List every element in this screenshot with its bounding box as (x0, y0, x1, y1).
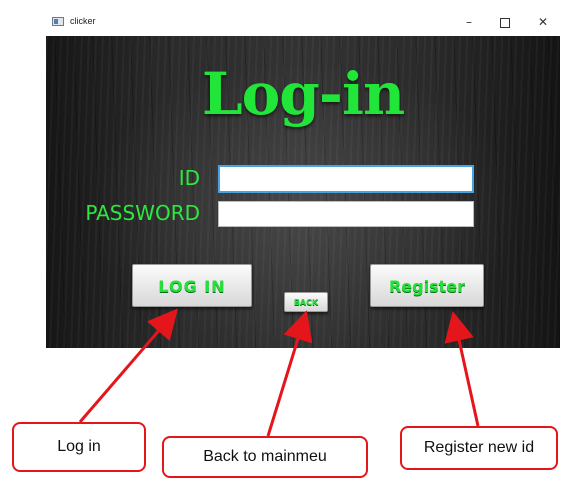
register-arrow (444, 311, 480, 427)
back-callout: Back to mainmeu (162, 436, 368, 478)
login-arrow (78, 308, 178, 423)
back-arrow (266, 310, 313, 437)
register-callout: Register new id (400, 426, 558, 470)
login-callout: Log in (12, 422, 146, 472)
annotation-arrows (78, 308, 480, 437)
